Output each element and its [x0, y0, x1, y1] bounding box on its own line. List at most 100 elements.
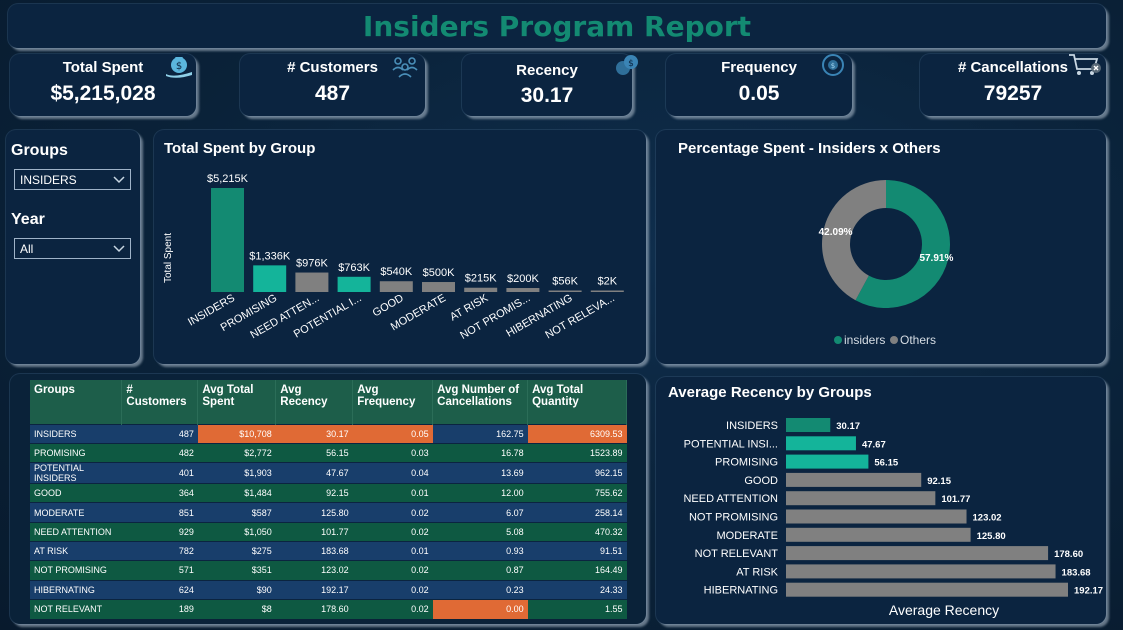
column-header[interactable]: Avg Recency	[275, 380, 354, 424]
table-cell: 851	[121, 502, 198, 523]
table-cell: 0.87	[432, 560, 528, 581]
table-row[interactable]: NOT PROMISING 571 $351 123.02 0.02 0.87 164.49	[30, 560, 627, 581]
report-header: Insiders Program Report	[8, 4, 1106, 48]
table-cell: 0.02	[352, 579, 433, 600]
table-cell: 47.67	[275, 462, 353, 484]
table-cell: 782	[121, 540, 198, 561]
table-cell: $1,484	[197, 483, 276, 503]
bar	[379, 281, 413, 292]
table-row[interactable]: AT RISK 782 $275 183.68 0.01 0.93 91.51	[30, 540, 627, 561]
table-cell: 30.17	[275, 423, 353, 444]
category-label: AT RISK	[736, 566, 778, 578]
kpi-customers[interactable]: # Customers 487	[240, 54, 425, 116]
category-label: HIBERNATING	[704, 585, 778, 597]
table-cell: 6.07	[432, 502, 528, 523]
bar	[253, 265, 287, 292]
table-cell: POTENTIAL INSIDERS	[30, 462, 122, 484]
table-cell: 487	[121, 423, 198, 444]
percentage-donut-chart: 57.91% 42.09% insiders Others	[819, 180, 953, 347]
data-label: $1,336K	[249, 250, 291, 262]
table-cell: 0.01	[352, 540, 433, 561]
kpi-value: 30.17	[520, 84, 574, 107]
table-row[interactable]: HIBERNATING 624 $90 192.17 0.02 0.23 24.33	[30, 579, 627, 600]
category-label: INSIDERS	[726, 420, 778, 432]
groups-table: Groups # Customers Avg Total Spent Avg Rece…	[30, 380, 627, 619]
groups-dropdown[interactable]: INSIDERS	[14, 169, 131, 190]
table-cell: 624	[121, 579, 198, 600]
table-cell: 192.17	[275, 579, 353, 600]
column-header[interactable]: Avg Total Quantity	[527, 380, 627, 424]
coins-icon: $	[616, 55, 638, 75]
bar	[786, 418, 831, 432]
table-cell: 258.14	[527, 502, 627, 523]
bar	[786, 472, 922, 487]
bar	[548, 290, 582, 292]
chevron-down-icon	[113, 176, 125, 184]
year-dropdown[interactable]: All	[14, 238, 131, 259]
groups-dropdown-value: INSIDERS	[20, 173, 77, 187]
svg-text:$: $	[176, 61, 182, 72]
bar	[786, 546, 1049, 561]
chevron-down-icon	[113, 245, 125, 253]
bar	[786, 564, 1056, 579]
category-label: POTENTIAL INSI...	[684, 438, 778, 450]
table-cell: 0.23	[432, 579, 528, 600]
bar	[786, 491, 936, 506]
data-label: $500K	[423, 267, 455, 279]
data-label: $200K	[507, 273, 539, 285]
table-cell: $1,050	[197, 521, 276, 542]
table-cell: 92.15	[275, 483, 353, 503]
data-label: 101.77	[941, 494, 970, 505]
data-label: $5,215K	[207, 173, 249, 185]
table-cell: 56.15	[275, 442, 353, 463]
table-cell: 189	[121, 598, 198, 619]
page-title: Insiders Program Report	[362, 10, 752, 43]
table-row[interactable]: GOOD 364 $1,484 92.15 0.01 12.00 755.62	[30, 483, 627, 503]
table-cell: 0.02	[352, 502, 433, 523]
bar	[786, 454, 869, 469]
column-header[interactable]: Groups	[30, 380, 123, 424]
table-cell: 125.80	[275, 502, 353, 523]
table-cell: 401	[121, 462, 198, 484]
bar	[786, 436, 856, 451]
table-cell: 183.68	[275, 540, 353, 561]
svg-text:$: $	[831, 62, 835, 70]
groups-table-panel: Groups # Customers Avg Total Spent Avg Rece…	[10, 374, 646, 624]
kpi-total-spent[interactable]: Total Spent $5,215,028 $	[10, 54, 196, 116]
table-row[interactable]: INSIDERS 487 $10,708 30.17 0.05 162.75 6309.53	[30, 423, 627, 444]
table-row[interactable]: PROMISING 482 $2,772 56.15 0.03 16.78 1523.89	[30, 442, 627, 463]
table-row[interactable]: MODERATE 851 $587 125.80 0.02 6.07 258.14	[30, 502, 627, 523]
table-cell: 24.33	[527, 579, 627, 600]
table-cell: NOT PROMISING	[30, 560, 122, 581]
data-label: $540K	[380, 266, 412, 278]
kpi-value: 487	[314, 82, 351, 105]
total-spent-chart-panel: Total Spent by Group Total Spent $5,215K I…	[154, 130, 646, 364]
table-cell: 0.02	[352, 521, 433, 542]
table-row[interactable]: POTENTIAL INSIDERS 401 $1,903 47.67 0.04 13.6…	[30, 462, 627, 484]
table-cell: NEED ATTENTION	[30, 521, 122, 542]
table-cell: 0.02	[352, 560, 433, 581]
table-cell: 101.77	[275, 521, 353, 542]
table-cell: INSIDERS	[30, 423, 122, 444]
table-cell: AT RISK	[30, 540, 122, 561]
data-label: 125.80	[977, 531, 1006, 542]
table-row[interactable]: NOT RELEVANT 189 $8 178.60 0.02 0.00 1.55	[30, 598, 627, 619]
kpi-frequency[interactable]: Frequency 0.05 $	[666, 54, 852, 116]
column-header[interactable]: Avg Total Spent	[197, 380, 277, 424]
column-header[interactable]: Avg Frequency	[352, 380, 434, 424]
data-label: 92.15	[927, 476, 951, 487]
column-header[interactable]: Avg Number of Cancellations	[432, 380, 529, 424]
groups-filter-label: Groups	[11, 142, 68, 159]
kpi-cancellations[interactable]: # Cancellations 79257	[920, 54, 1106, 116]
table-cell: 929	[121, 521, 198, 542]
category-label: MODERATE	[716, 530, 778, 542]
bar	[295, 272, 329, 292]
table-cell: $275	[197, 540, 276, 561]
year-filter-label: Year	[11, 211, 45, 228]
data-label: 192.17	[1074, 586, 1103, 597]
data-label: 178.60	[1054, 549, 1083, 560]
table-row[interactable]: NEED ATTENTION 929 $1,050 101.77 0.02 5.08 470…	[30, 521, 627, 542]
table-cell: $8	[197, 598, 276, 619]
column-header[interactable]: # Customers	[121, 380, 199, 424]
kpi-recency[interactable]: Recency 30.17 $	[462, 54, 638, 116]
